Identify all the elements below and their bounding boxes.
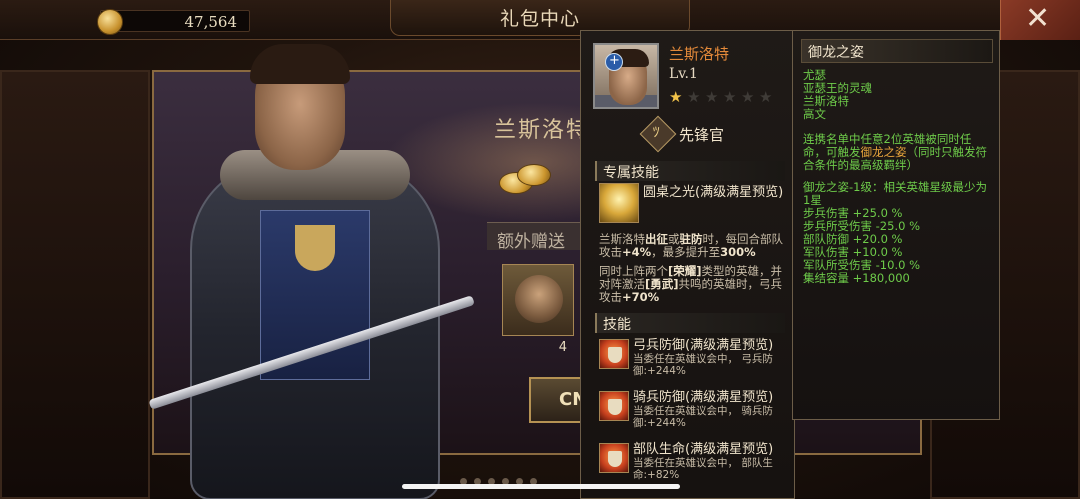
- bond-stat: 集结容量 +180,000: [803, 271, 910, 285]
- shield-skill-icon[interactable]: [599, 339, 629, 369]
- close-icon: ✕: [1025, 1, 1051, 36]
- reward-count: 4: [558, 340, 567, 355]
- hero-portrait: +: [593, 43, 659, 109]
- gold-pile-icon: [499, 162, 559, 196]
- role-badge: ﾂ 先锋官: [639, 115, 737, 153]
- skill-desc-cavalry-defense: 当委任在英雄议会中， 骑兵防御:+244%: [633, 405, 773, 429]
- gold-coin-icon: [97, 9, 123, 35]
- skill-title-troop-health: 部队生命(满级满星预览): [633, 442, 774, 457]
- bond-level-desc: 御龙之姿-1级：相关英雄星级最少为1星: [803, 180, 987, 207]
- round-table-light-icon[interactable]: [599, 183, 639, 223]
- star-empty-icon: ★: [741, 88, 755, 106]
- coin-value: 47,564: [184, 13, 238, 31]
- star-filled-icon: ★: [669, 88, 683, 106]
- bond-hero-item: 高文: [803, 107, 826, 121]
- skill-desc-troop-health: 当委任在英雄议会中， 部队生命:+82%: [633, 457, 773, 481]
- close-button[interactable]: ✕: [1000, 0, 1080, 40]
- star-empty-icon: ★: [759, 88, 773, 106]
- star-empty-icon: ★: [687, 88, 701, 106]
- hero-info-panel: + 兰斯洛特 Lv.1 ★ ★ ★ ★ ★ ★ ﾂ 先锋官 专属技能 圆桌之光(满级满星预…: [580, 30, 795, 499]
- skills-header: 技能: [595, 313, 785, 333]
- exclusive-skill-title: 圆桌之光(满级满星预览): [643, 185, 784, 200]
- hero-name: 兰斯洛特: [669, 45, 730, 63]
- background-arch-left: [0, 70, 150, 499]
- bond-hero-item: 兰斯洛特: [803, 94, 849, 108]
- exclusive-skill-desc-2: 同时上阵两个[荣耀]类型的英雄，并对阵激活[勇武]共鸣的英雄时，弓兵攻击+70%: [599, 264, 783, 304]
- exclusive-skill-header: 专属技能: [595, 161, 785, 181]
- shield-skill-icon[interactable]: [599, 443, 629, 473]
- shield-skill-icon[interactable]: [599, 391, 629, 421]
- knight-crest-icon: [295, 225, 335, 271]
- hero-portrait-icon: [515, 275, 563, 323]
- exclusive-skill-desc-1: 兰斯洛特出征或驻防时，每回合部队攻击+4%，最多提升至300%: [599, 232, 783, 259]
- vanguard-icon: ﾂ: [639, 115, 677, 153]
- bond-description: 连携名单中任意2位英雄被同时任命，可触发御龙之姿（同时只触发符合条件的最高级羁绊…: [803, 132, 987, 172]
- bond-hero-list: 尤瑟 亚瑟王的灵魂 兰斯洛特 高文: [803, 69, 993, 121]
- role-label: 先锋官: [679, 126, 725, 144]
- bond-title: 御龙之姿: [808, 45, 864, 61]
- reward-hero-card[interactable]: 4: [502, 264, 574, 355]
- bond-stats: 步兵伤害 +25.0 % 步兵所受伤害 -25.0 % 部队防御 +20.0 %…: [803, 207, 993, 285]
- skill-title-cavalry-defense: 骑兵防御(满级满星预览): [633, 390, 774, 405]
- star-empty-icon: ★: [723, 88, 737, 106]
- coin-balance: 47,564: [97, 9, 250, 35]
- skill-title-archer-defense: 弓兵防御(满级满星预览): [633, 338, 774, 353]
- bond-title-bar: 御龙之姿: [801, 39, 993, 63]
- page-title: 礼包中心: [499, 8, 580, 30]
- home-indicator: [402, 484, 680, 489]
- star-empty-icon: ★: [705, 88, 719, 106]
- hero-star-rating: ★ ★ ★ ★ ★ ★: [669, 87, 794, 106]
- bonus-label: 额外赠送: [497, 232, 565, 252]
- bundle-hero-name: 兰斯洛特: [494, 118, 591, 143]
- skill-desc-archer-defense: 当委任在英雄议会中， 弓兵防御:+244%: [633, 353, 773, 377]
- knight-hair: [250, 44, 350, 84]
- infantry-class-icon: +: [605, 53, 623, 71]
- hero-level: Lv.1: [669, 66, 698, 82]
- hero-artwork: [148, 40, 480, 499]
- bond-info-panel: 御龙之姿 尤瑟 亚瑟王的灵魂 兰斯洛特 高文 连携名单中任意2位英雄被同时任命，…: [792, 30, 1000, 420]
